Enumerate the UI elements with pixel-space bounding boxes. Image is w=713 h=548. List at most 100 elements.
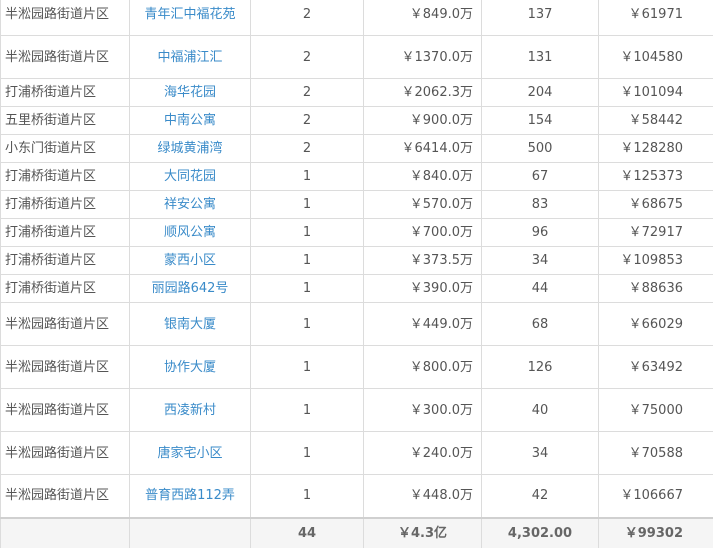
community-name-cell[interactable]: 唐家宅小区 xyxy=(129,431,251,475)
unit-price-cell: ￥75000 xyxy=(598,388,713,432)
listing-count-cell: 2 xyxy=(250,106,364,135)
community-name-link[interactable]: 唐家宅小区 xyxy=(157,446,222,461)
area-size-cell: 154 xyxy=(481,106,599,135)
area-size-cell: 131 xyxy=(481,35,599,79)
total-price-cell: ￥2062.3万 xyxy=(363,78,482,107)
community-name-link[interactable]: 中南公寓 xyxy=(164,113,216,128)
community-name-cell[interactable]: 西凌新村 xyxy=(129,388,251,432)
area-size-cell: 40 xyxy=(481,388,599,432)
table-row: 五里桥街道片区 中南公寓 2 ￥900.0万 154 ￥58442 xyxy=(0,106,713,135)
area-cell: 半淞园路街道片区 xyxy=(0,388,130,432)
community-name-cell[interactable]: 协作大厦 xyxy=(129,345,251,389)
total-price-cell: ￥6414.0万 xyxy=(363,134,482,163)
area-cell: 打浦桥街道片区 xyxy=(0,274,130,303)
unit-price-cell: ￥66029 xyxy=(598,302,713,346)
area-cell: 半淞园路街道片区 xyxy=(0,35,130,79)
community-name-link[interactable]: 大同花园 xyxy=(164,169,216,184)
unit-price-cell: ￥125373 xyxy=(598,162,713,191)
community-name-link[interactable]: 青年汇中福花苑 xyxy=(144,7,235,22)
listing-count-cell: 1 xyxy=(250,246,364,275)
area-size-cell: 83 xyxy=(481,190,599,219)
total-price-cell: ￥800.0万 xyxy=(363,345,482,389)
table-row: 打浦桥街道片区 祥安公寓 1 ￥570.0万 83 ￥68675 xyxy=(0,190,713,219)
area-cell: 打浦桥街道片区 xyxy=(0,246,130,275)
listing-count-cell: 1 xyxy=(250,162,364,191)
unit-price-cell: ￥61971 xyxy=(598,0,713,36)
community-name-link[interactable]: 顺风公寓 xyxy=(164,225,216,240)
area-size-cell: 204 xyxy=(481,78,599,107)
community-name-cell[interactable]: 中南公寓 xyxy=(129,106,251,135)
unit-price-cell: ￥101094 xyxy=(598,78,713,107)
listing-count-cell: 1 xyxy=(250,190,364,219)
community-name-cell[interactable]: 丽园路642号 xyxy=(129,274,251,303)
community-name-link[interactable]: 绿城黄浦湾 xyxy=(157,141,222,156)
community-name-cell[interactable]: 绿城黄浦湾 xyxy=(129,134,251,163)
area-cell: 半淞园路街道片区 xyxy=(0,302,130,346)
area-size-cell: 34 xyxy=(481,431,599,475)
unit-price-cell: ￥88636 xyxy=(598,274,713,303)
total-price-cell: ￥849.0万 xyxy=(363,0,482,36)
summary-avg-unit-price: ￥99302 xyxy=(598,516,713,548)
table-row: 打浦桥街道片区 海华花园 2 ￥2062.3万 204 ￥101094 xyxy=(0,78,713,107)
summary-empty-cell xyxy=(0,516,130,548)
community-name-link[interactable]: 中福浦江汇 xyxy=(157,50,222,65)
area-cell: 打浦桥街道片区 xyxy=(0,162,130,191)
community-name-link[interactable]: 祥安公寓 xyxy=(164,197,216,212)
table-row: 半淞园路街道片区 青年汇中福花苑 2 ￥849.0万 137 ￥61971 xyxy=(0,0,713,36)
area-size-cell: 34 xyxy=(481,246,599,275)
community-name-link[interactable]: 协作大厦 xyxy=(164,360,216,375)
listing-count-cell: 1 xyxy=(250,302,364,346)
area-cell: 半淞园路街道片区 xyxy=(0,431,130,475)
summary-empty-cell xyxy=(129,516,251,548)
community-name-link[interactable]: 西凌新村 xyxy=(164,403,216,418)
unit-price-cell: ￥109853 xyxy=(598,246,713,275)
area-size-cell: 126 xyxy=(481,345,599,389)
community-name-link[interactable]: 银南大厦 xyxy=(164,317,216,332)
total-price-cell: ￥900.0万 xyxy=(363,106,482,135)
table-row: 打浦桥街道片区 蒙西小区 1 ￥373.5万 34 ￥109853 xyxy=(0,246,713,275)
unit-price-cell: ￥104580 xyxy=(598,35,713,79)
community-name-cell[interactable]: 青年汇中福花苑 xyxy=(129,0,251,36)
unit-price-cell: ￥58442 xyxy=(598,106,713,135)
unit-price-cell: ￥68675 xyxy=(598,190,713,219)
listing-table: 半淞园路街道片区 青年汇中福花苑 2 ￥849.0万 137 ￥61971 半淞园路街道片区… xyxy=(0,0,713,548)
area-size-cell: 68 xyxy=(481,302,599,346)
table-row: 半淞园路街道片区 唐家宅小区 1 ￥240.0万 34 ￥70588 xyxy=(0,431,713,475)
table-row: 打浦桥街道片区 顺风公寓 1 ￥700.0万 96 ￥72917 xyxy=(0,218,713,247)
community-name-cell[interactable]: 祥安公寓 xyxy=(129,190,251,219)
listing-table-view: 半淞园路街道片区 青年汇中福花苑 2 ￥849.0万 137 ￥61971 半淞园路街道片区… xyxy=(0,0,713,548)
community-name-cell[interactable]: 中福浦江汇 xyxy=(129,35,251,79)
area-size-cell: 137 xyxy=(481,0,599,36)
unit-price-cell: ￥63492 xyxy=(598,345,713,389)
table-row: 半淞园路街道片区 西凌新村 1 ￥300.0万 40 ￥75000 xyxy=(0,388,713,432)
area-cell: 半淞园路街道片区 xyxy=(0,0,130,36)
table-row: 打浦桥街道片区 丽园路642号 1 ￥390.0万 44 ￥88636 xyxy=(0,274,713,303)
community-name-cell[interactable]: 海华花园 xyxy=(129,78,251,107)
community-name-link[interactable]: 丽园路642号 xyxy=(152,281,229,296)
community-name-cell[interactable]: 蒙西小区 xyxy=(129,246,251,275)
community-name-link[interactable]: 蒙西小区 xyxy=(164,253,216,268)
community-name-link[interactable]: 普育西路112弄 xyxy=(145,488,235,503)
listing-count-cell: 2 xyxy=(250,0,364,36)
community-name-cell[interactable]: 大同花园 xyxy=(129,162,251,191)
area-cell: 打浦桥街道片区 xyxy=(0,190,130,219)
listing-count-cell: 2 xyxy=(250,134,364,163)
summary-row: 44 ￥4.3亿 4,302.00 ￥99302 xyxy=(0,516,713,548)
community-name-link[interactable]: 海华花园 xyxy=(164,85,216,100)
table-row: 半淞园路街道片区 协作大厦 1 ￥800.0万 126 ￥63492 xyxy=(0,345,713,389)
total-price-cell: ￥240.0万 xyxy=(363,431,482,475)
total-price-cell: ￥390.0万 xyxy=(363,274,482,303)
unit-price-cell: ￥70588 xyxy=(598,431,713,475)
listing-count-cell: 1 xyxy=(250,474,364,518)
listing-count-cell: 1 xyxy=(250,388,364,432)
area-cell: 五里桥街道片区 xyxy=(0,106,130,135)
community-name-cell[interactable]: 银南大厦 xyxy=(129,302,251,346)
community-name-cell[interactable]: 顺风公寓 xyxy=(129,218,251,247)
area-cell: 打浦桥街道片区 xyxy=(0,218,130,247)
area-size-cell: 42 xyxy=(481,474,599,518)
community-name-cell[interactable]: 普育西路112弄 xyxy=(129,474,251,518)
unit-price-cell: ￥128280 xyxy=(598,134,713,163)
table-row: 打浦桥街道片区 大同花园 1 ￥840.0万 67 ￥125373 xyxy=(0,162,713,191)
listing-count-cell: 1 xyxy=(250,431,364,475)
area-cell: 小东门街道片区 xyxy=(0,134,130,163)
